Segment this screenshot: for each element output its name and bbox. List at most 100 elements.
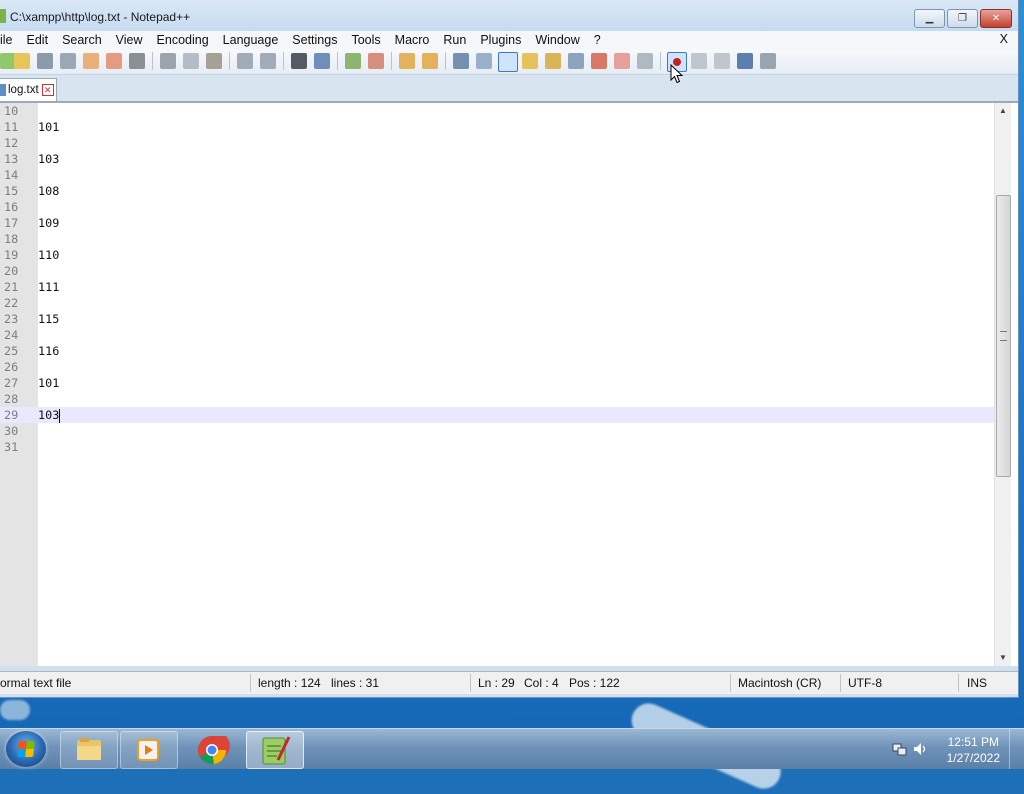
minimize-button[interactable]: ▁ — [914, 9, 945, 28]
text-lines[interactable]: 10 11 101 12 13 103 14 15 108 16 17 109 18 1… — [0, 103, 994, 455]
taskbar-notepad-plus-plus[interactable] — [246, 731, 304, 769]
title-bar[interactable]: C:\xampp\http\log.txt - Notepad++ ▁ ❐ ✕ — [0, 0, 1018, 31]
redo-icon[interactable] — [260, 53, 276, 69]
scrollbar-thumb[interactable] — [996, 195, 1011, 477]
editor-line[interactable]: 27 101 — [0, 375, 994, 391]
menu-language[interactable]: Language — [216, 33, 286, 47]
line-text[interactable]: 108 — [38, 183, 59, 199]
line-text[interactable]: 109 — [38, 215, 59, 231]
close-document-button[interactable]: X — [1000, 32, 1008, 46]
editor-line[interactable]: 22 — [0, 295, 994, 311]
editor-line[interactable]: 24 — [0, 327, 994, 343]
copy-icon[interactable] — [183, 53, 199, 69]
replace-icon[interactable] — [314, 53, 330, 69]
close-icon[interactable] — [83, 53, 99, 69]
editor-line[interactable]: 31 — [0, 439, 994, 455]
taskbar-media-player[interactable] — [120, 731, 178, 769]
user-language-icon[interactable] — [522, 53, 538, 69]
tab-close-icon[interactable]: ✕ — [41, 84, 54, 96]
word-wrap-icon[interactable] — [453, 53, 469, 69]
zoom-in-icon[interactable] — [345, 53, 361, 69]
menu-search[interactable]: Search — [55, 33, 109, 47]
editor-line[interactable]: 13 103 — [0, 151, 994, 167]
save-all-icon[interactable] — [60, 53, 76, 69]
editor-line[interactable]: 25 116 — [0, 343, 994, 359]
scroll-down-icon[interactable]: ▼ — [995, 650, 1011, 666]
undo-icon[interactable] — [237, 53, 253, 69]
editor-line[interactable]: 15 108 — [0, 183, 994, 199]
editor-line[interactable]: 18 — [0, 231, 994, 247]
editor-line[interactable]: 28 — [0, 391, 994, 407]
play-macro-icon[interactable] — [714, 53, 730, 69]
menu-plugins[interactable]: Plugins — [473, 33, 528, 47]
menu-edit[interactable]: Edit — [20, 33, 56, 47]
editor-area[interactable]: 10 11 101 12 13 103 14 15 108 16 17 109 18 1… — [0, 102, 1018, 666]
editor-line[interactable]: 12 — [0, 135, 994, 151]
vertical-scrollbar[interactable]: ▲ ▼ — [994, 103, 1011, 666]
save-icon[interactable] — [37, 53, 53, 69]
print-icon[interactable] — [129, 53, 145, 69]
menu-encoding[interactable]: Encoding — [150, 33, 216, 47]
editor-line[interactable]: 11 101 — [0, 119, 994, 135]
editor-line[interactable]: 23 115 — [0, 311, 994, 327]
editor-line[interactable]: 16 — [0, 199, 994, 215]
tab-log-txt[interactable]: log.txt ✕ — [0, 78, 57, 101]
notepad-plus-plus-icon[interactable] — [0, 9, 6, 23]
line-text[interactable]: 103 — [38, 407, 61, 423]
menu-macro[interactable]: Macro — [388, 33, 437, 47]
editor-line[interactable]: 14 — [0, 167, 994, 183]
editor-line[interactable]: 26 — [0, 359, 994, 375]
close-window-button[interactable]: ✕ — [980, 9, 1012, 28]
indent-guide-icon[interactable] — [498, 52, 518, 72]
line-text[interactable]: 111 — [38, 279, 59, 295]
line-text[interactable]: 110 — [38, 247, 59, 263]
line-text[interactable]: 101 — [38, 119, 59, 135]
network-icon[interactable] — [892, 741, 908, 757]
function-list-icon[interactable] — [568, 53, 584, 69]
run-macro-multiple-icon[interactable] — [737, 53, 753, 69]
sync-horizontal-icon[interactable] — [422, 53, 438, 69]
menu-view[interactable]: View — [109, 33, 150, 47]
editor-line[interactable]: 30 — [0, 423, 994, 439]
editor-line[interactable]: 20 — [0, 263, 994, 279]
line-text[interactable]: 101 — [38, 375, 59, 391]
editor-line[interactable]: 10 — [0, 103, 994, 119]
status-encoding[interactable]: UTF-8 — [848, 676, 882, 690]
save-macro-icon[interactable] — [760, 53, 776, 69]
line-text[interactable]: 103 — [38, 151, 59, 167]
start-button[interactable] — [6, 731, 46, 767]
menu-help[interactable]: ? — [587, 33, 608, 47]
menu-run[interactable]: Run — [436, 33, 473, 47]
editor-line[interactable]: 21 111 — [0, 279, 994, 295]
maximize-button[interactable]: ❐ — [947, 9, 978, 28]
menu-tools[interactable]: Tools — [344, 33, 387, 47]
volume-icon[interactable] — [912, 741, 928, 757]
editor-line-current[interactable]: 29 103 — [0, 407, 994, 423]
status-eol[interactable]: Macintosh (CR) — [738, 676, 821, 690]
editor-line[interactable]: 19 110 — [0, 247, 994, 263]
menu-settings[interactable]: Settings — [285, 33, 344, 47]
sync-vertical-icon[interactable] — [399, 53, 415, 69]
taskbar-chrome[interactable] — [184, 731, 240, 767]
clock[interactable]: 12:51 PM 1/27/2022 — [947, 734, 1000, 766]
paste-icon[interactable] — [206, 53, 222, 69]
show-all-characters-icon[interactable] — [476, 53, 492, 69]
doc-list-icon[interactable] — [614, 53, 630, 69]
find-icon[interactable] — [291, 53, 307, 69]
taskbar-file-explorer[interactable] — [60, 731, 118, 769]
zoom-out-icon[interactable] — [368, 53, 384, 69]
menu-window[interactable]: Window — [528, 33, 586, 47]
folder-as-workspace-icon[interactable] — [591, 53, 607, 69]
status-insert-mode[interactable]: INS — [967, 676, 987, 690]
monitoring-icon[interactable] — [637, 53, 653, 69]
stop-recording-icon[interactable] — [691, 53, 707, 69]
close-all-icon[interactable] — [106, 53, 122, 69]
editor-line[interactable]: 17 109 — [0, 215, 994, 231]
cut-icon[interactable] — [160, 53, 176, 69]
scroll-up-icon[interactable]: ▲ — [995, 103, 1011, 119]
line-text[interactable]: 115 — [38, 311, 59, 327]
menu-file[interactable]: ile — [0, 33, 20, 47]
doc-map-icon[interactable] — [545, 53, 561, 69]
show-desktop-button[interactable] — [1009, 729, 1024, 769]
open-file-icon[interactable] — [14, 53, 30, 69]
